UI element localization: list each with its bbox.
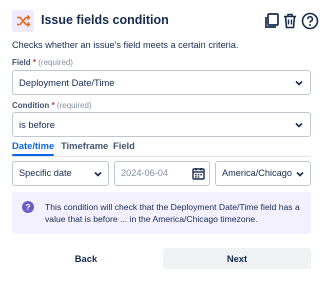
condition-select-value: is before xyxy=(19,119,55,130)
timezone-value: America/Chicago xyxy=(222,168,292,178)
chevron-down-icon xyxy=(295,122,303,128)
field-label: Field * (required) xyxy=(12,58,73,67)
question-circle-icon: ? xyxy=(22,201,34,213)
condition-label-text: Condition xyxy=(12,101,50,110)
tab-timeframe[interactable]: Timeframe xyxy=(61,140,108,151)
chevron-down-icon xyxy=(94,171,102,177)
calendar-icon[interactable] xyxy=(192,167,205,180)
condition-summary-text: This condition will check that the Deplo… xyxy=(45,202,300,224)
field-select[interactable]: Deployment Date/Time xyxy=(12,70,311,95)
copy-icon xyxy=(265,13,279,28)
required-marker: * xyxy=(32,58,37,67)
value-type-tabs: Date/time Timeframe Field xyxy=(12,140,311,158)
field-select-value: Deployment Date/Time xyxy=(19,77,115,88)
condition-label: Condition * (required) xyxy=(12,101,92,110)
date-type-value: Specific date xyxy=(19,168,72,178)
tabs-divider xyxy=(12,156,311,157)
shuffle-icon xyxy=(12,10,34,32)
field-label-text: Field xyxy=(12,58,31,67)
date-input[interactable]: 2024-06-04 xyxy=(114,161,210,186)
condition-description: Checks whether an issue's field meets a … xyxy=(12,40,239,50)
panel-title: Issue fields condition xyxy=(41,13,169,27)
tab-date-time[interactable]: Date/time xyxy=(12,140,55,156)
date-type-select[interactable]: Specific date xyxy=(12,161,109,186)
required-hint: (required) xyxy=(56,101,92,110)
trash-icon xyxy=(284,13,296,29)
next-button[interactable]: Next xyxy=(163,248,311,269)
chevron-down-icon xyxy=(296,171,304,177)
delete-button[interactable] xyxy=(280,10,300,32)
panel-header: Issue fields condition xyxy=(12,10,319,32)
date-input-placeholder: 2024-06-04 xyxy=(121,168,168,178)
help-icon xyxy=(301,12,319,30)
help-button[interactable] xyxy=(300,10,320,32)
condition-select[interactable]: is before xyxy=(12,112,311,137)
back-button[interactable]: Back xyxy=(12,248,160,269)
tab-field[interactable]: Field xyxy=(113,140,135,151)
condition-summary-message: ? This condition will check that the Dep… xyxy=(12,192,311,234)
required-hint: (required) xyxy=(38,58,73,67)
copy-button[interactable] xyxy=(262,10,282,32)
chevron-down-icon xyxy=(295,80,303,86)
required-marker: * xyxy=(51,101,55,110)
timezone-select[interactable]: America/Chicago xyxy=(215,161,311,186)
